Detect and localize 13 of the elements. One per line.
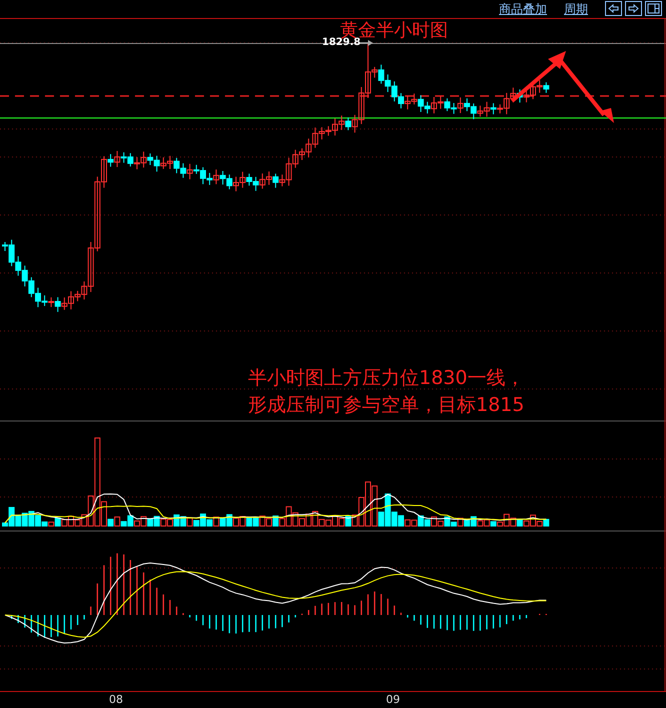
price-label: 1829.8 [322,36,361,49]
left-arrow-icon [606,2,621,16]
right-arrow-button[interactable] [625,1,642,16]
split-panel-button[interactable] [645,1,662,16]
right-arrow-icon [626,2,641,16]
axis-label: 09 [386,693,400,706]
left-arrow-button[interactable] [605,1,622,16]
annotation-text: 半小时图上方压力位1830一线， 形成压制可参与空单，目标1815 [248,366,524,418]
toolbar-link[interactable]: 商品叠加 [499,2,547,16]
split-panel-icon [646,2,661,16]
axis-label: 08 [109,693,123,706]
pointer-arrow-icon [360,40,373,46]
toolbar-link[interactable]: 周期 [564,2,588,16]
